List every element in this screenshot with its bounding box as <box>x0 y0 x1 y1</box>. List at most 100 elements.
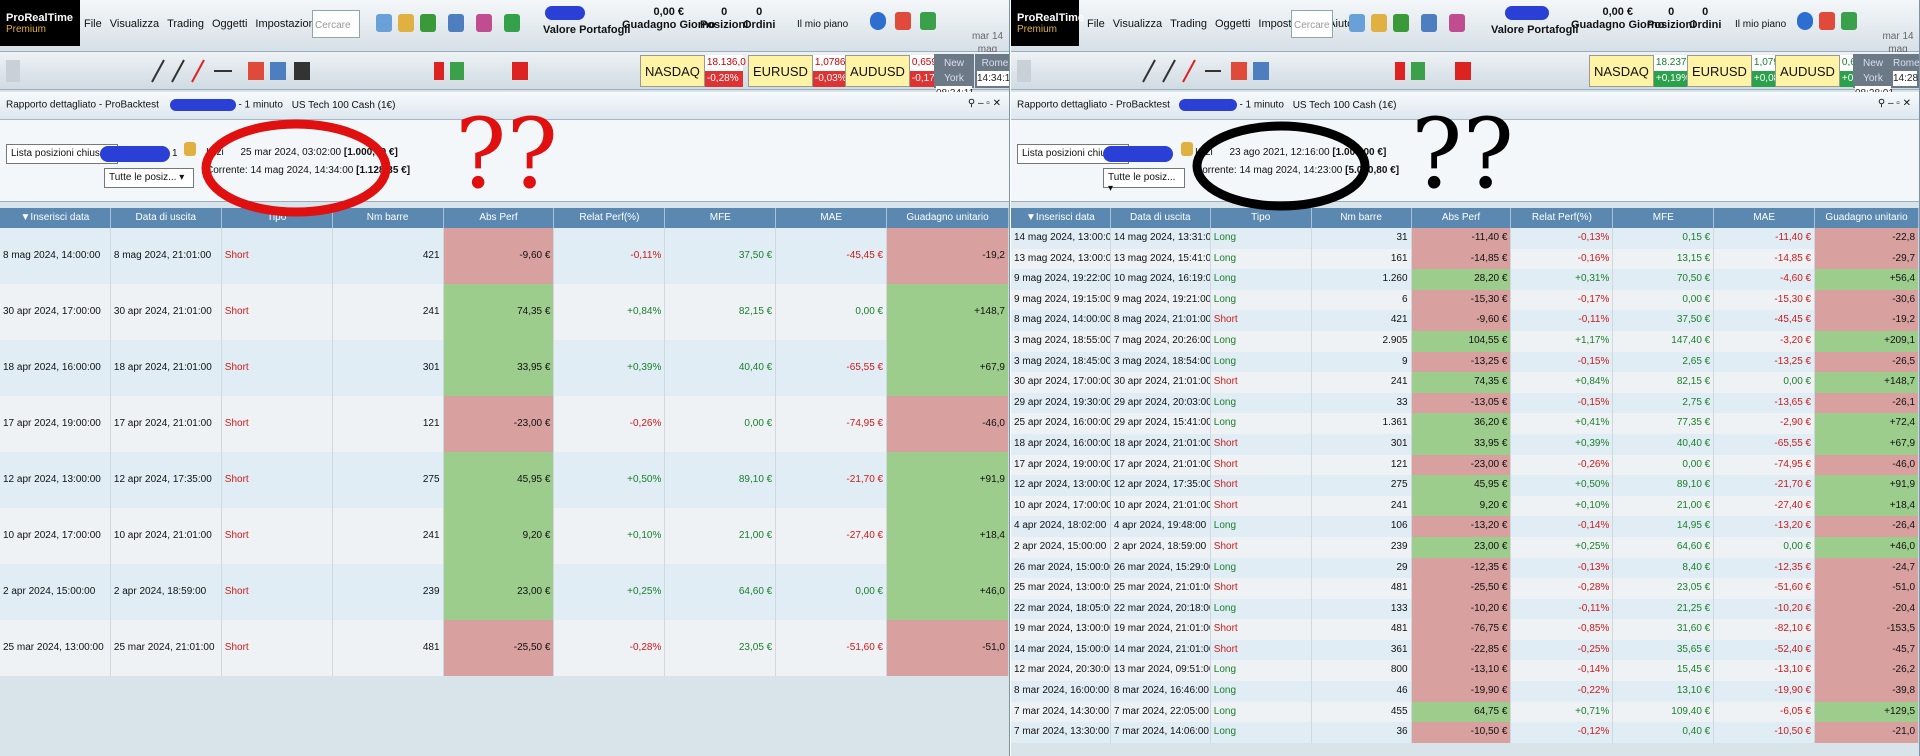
column-header[interactable]: ▼Inserisci data <box>1011 208 1111 228</box>
table-row[interactable]: 10 apr 2024, 17:00:00 10 apr 2024, 21:01:… <box>1011 495 1919 517</box>
column-header[interactable]: Guadagno unitario <box>1815 208 1919 228</box>
table-row[interactable]: 7 mar 2024, 14:30:00 7 mar 2024, 22:05:00… <box>1011 701 1919 723</box>
table-row[interactable]: 14 mar 2024, 15:00:00 14 mar 2024, 21:01:… <box>1011 639 1919 661</box>
table-cell: +91,9 <box>1815 475 1919 496</box>
table-row[interactable]: 19 mar 2024, 13:00:00 19 mar 2024, 21:01:… <box>1011 619 1919 640</box>
chart-icon[interactable] <box>376 14 392 32</box>
table-row[interactable]: 8 mar 2024, 16:00:00 8 mar 2024, 16:46:00… <box>1011 681 1919 702</box>
column-header[interactable]: Relat Perf(%) <box>1511 208 1614 228</box>
table-cell: 800 <box>1312 660 1412 682</box>
table-row[interactable]: 22 mar 2024, 18:05:00 22 mar 2024, 20:18:… <box>1011 598 1919 620</box>
table-row[interactable]: 12 apr 2024, 13:00:00 12 apr 2024, 17:35:… <box>1011 475 1919 496</box>
indicator-icon[interactable] <box>1371 14 1387 32</box>
type-dropdown[interactable]: Tutte le posiz... ▾ <box>104 168 194 188</box>
column-header[interactable]: MAE <box>776 208 888 228</box>
table-cell: 17 apr 2024, 19:00:00 <box>0 396 111 452</box>
table-row[interactable]: 4 apr 2024, 18:02:00 4 apr 2024, 19:48:00… <box>1011 516 1919 537</box>
info-icon[interactable] <box>1797 12 1813 30</box>
table-row[interactable]: 25 mar 2024, 13:00:00 25 mar 2024, 21:01:… <box>1011 578 1919 599</box>
table-row[interactable]: 12 apr 2024, 13:00:00 12 apr 2024, 17:35:… <box>0 452 1009 508</box>
column-header[interactable]: ▼Inserisci data <box>0 208 111 228</box>
edit-icon[interactable] <box>184 142 196 156</box>
screener-icon[interactable] <box>448 14 464 32</box>
column-header[interactable]: MAE <box>1714 208 1816 228</box>
table-cell: 8,40 € <box>1613 557 1715 579</box>
table-cell: -0,26% <box>1511 454 1614 476</box>
table-row[interactable]: 9 mag 2024, 19:22:00 10 mag 2024, 16:19:0… <box>1011 269 1919 290</box>
table-row[interactable]: 2 apr 2024, 15:00:00 2 apr 2024, 18:59:00… <box>0 564 1009 620</box>
menu-file[interactable]: File <box>1087 18 1105 30</box>
list-icon[interactable] <box>1841 12 1857 30</box>
table-cell: 14 mar 2024, 15:00:00 <box>1011 639 1111 661</box>
table-row[interactable]: 25 mar 2024, 13:00:00 25 mar 2024, 21:01:… <box>0 620 1009 676</box>
chart-icon[interactable] <box>1349 14 1365 32</box>
window-controls[interactable]: ⚲ – ▫ ✕ <box>968 98 1001 109</box>
menu-trading[interactable]: Trading <box>1170 18 1207 30</box>
question-marks-annotation: ?? <box>455 98 558 210</box>
table-row[interactable]: 8 mag 2024, 14:00:00 8 mag 2024, 21:01:00… <box>1011 310 1919 331</box>
column-header[interactable]: MFE <box>1613 208 1715 228</box>
column-header[interactable]: Relat Perf(%) <box>554 208 666 228</box>
search-input[interactable]: Cercare <box>1291 10 1333 38</box>
table-row[interactable]: 14 mag 2024, 13:00:02 14 mag 2024, 13:31:… <box>1011 228 1919 249</box>
menu-trading[interactable]: Trading <box>167 18 204 30</box>
table-row[interactable]: 25 apr 2024, 16:00:00 29 apr 2024, 15:41:… <box>1011 413 1919 434</box>
type-dropdown[interactable]: Tutte le posiz... ▾ <box>1103 168 1185 194</box>
window-controls[interactable]: ⚲ – ▫ ✕ <box>1878 98 1911 109</box>
trend-icon[interactable] <box>504 14 520 32</box>
table-row[interactable]: 30 apr 2024, 17:00:00 30 apr 2024, 21:01:… <box>1011 372 1919 393</box>
drawing-tools-icons[interactable] <box>1015 52 1475 90</box>
table-row[interactable]: 12 mar 2024, 20:30:00 13 mar 2024, 09:51:… <box>1011 660 1919 682</box>
list-icon[interactable] <box>920 12 936 30</box>
table-cell: 37,50 € <box>665 228 777 284</box>
table-row[interactable]: 29 apr 2024, 19:30:00 29 apr 2024, 20:03:… <box>1011 392 1919 414</box>
table-cell: 241 <box>333 284 444 340</box>
table-row[interactable]: 7 mar 2024, 13:30:00 7 mar 2024, 14:06:00… <box>1011 722 1919 743</box>
alert-icon[interactable] <box>895 12 911 30</box>
menu-view[interactable]: Visualizza <box>110 18 159 30</box>
column-header[interactable]: Guadagno unitario <box>887 208 1009 228</box>
table-cell: 481 <box>1312 619 1412 640</box>
table-row[interactable]: 18 apr 2024, 16:00:00 18 apr 2024, 21:01:… <box>0 340 1009 396</box>
menu-settings[interactable]: Impostazioni <box>255 18 317 30</box>
menu-file[interactable]: File <box>84 18 102 30</box>
table-cell: -24,7 <box>1815 557 1919 579</box>
bars-icon[interactable] <box>476 14 492 32</box>
robot-icon[interactable] <box>1393 14 1409 32</box>
ticker-audusd[interactable]: AUDUSD 0,65979 -0,17% <box>845 55 948 87</box>
table-row[interactable]: 2 apr 2024, 15:00:00 2 apr 2024, 18:59:00… <box>1011 536 1919 558</box>
table-row[interactable]: 17 apr 2024, 19:00:00 17 apr 2024, 21:01:… <box>0 396 1009 452</box>
table-row[interactable]: 10 apr 2024, 17:00:00 10 apr 2024, 21:01:… <box>0 508 1009 564</box>
indicator-icon[interactable] <box>398 14 414 32</box>
table-row[interactable]: 8 mag 2024, 14:00:00 8 mag 2024, 21:01:00… <box>0 228 1009 284</box>
table-row[interactable]: 3 mag 2024, 18:55:00 7 mag 2024, 20:26:00… <box>1011 330 1919 352</box>
robot-icon[interactable] <box>420 14 436 32</box>
my-plan[interactable]: Il mio piano <box>797 18 848 31</box>
table-cell: 147,40 € <box>1613 330 1715 352</box>
table-cell: 9,20 € <box>1411 495 1512 517</box>
ticker-nasdaq[interactable]: NASDAQ 18.237,0 +0,19% <box>1589 55 1695 87</box>
bars-icon[interactable] <box>1449 14 1465 32</box>
search-input[interactable]: Cercare <box>312 10 360 38</box>
table-cell: 241 <box>333 508 444 564</box>
table-row[interactable]: 3 mag 2024, 18:45:00 3 mag 2024, 18:54:00… <box>1011 351 1919 373</box>
table-row[interactable]: 9 mag 2024, 19:15:00 9 mag 2024, 19:21:00… <box>1011 289 1919 311</box>
menu-objects[interactable]: Oggetti <box>1215 18 1250 30</box>
drawing-tools-icons[interactable] <box>4 52 544 90</box>
menu-view[interactable]: Visualizza <box>1113 18 1162 30</box>
alert-icon[interactable] <box>1819 12 1835 30</box>
ticker-nasdaq[interactable]: NASDAQ 18.136,0 -0,28% <box>640 55 746 87</box>
screener-icon[interactable] <box>1421 14 1437 32</box>
ticker-eurusd[interactable]: EURUSD 1,07863 -0,03% <box>748 55 851 87</box>
positions: 0 Posizioni <box>700 6 749 31</box>
info-icon[interactable] <box>870 12 886 30</box>
table-cell: 0,00 € <box>776 564 888 620</box>
table-row[interactable]: 30 apr 2024, 17:00:00 30 apr 2024, 21:01:… <box>0 284 1009 340</box>
table-row[interactable]: 18 apr 2024, 16:00:00 18 apr 2024, 21:01:… <box>1011 433 1919 455</box>
table-row[interactable]: 17 apr 2024, 19:00:00 17 apr 2024, 21:01:… <box>1011 454 1919 476</box>
menu-objects[interactable]: Oggetti <box>212 18 247 30</box>
my-plan[interactable]: Il mio piano <box>1735 18 1786 31</box>
table-row[interactable]: 26 mar 2024, 15:00:00 26 mar 2024, 15:29:… <box>1011 557 1919 579</box>
table-row[interactable]: 13 mag 2024, 13:00:02 13 mag 2024, 15:41:… <box>1011 248 1919 270</box>
column-header[interactable]: MFE <box>665 208 777 228</box>
